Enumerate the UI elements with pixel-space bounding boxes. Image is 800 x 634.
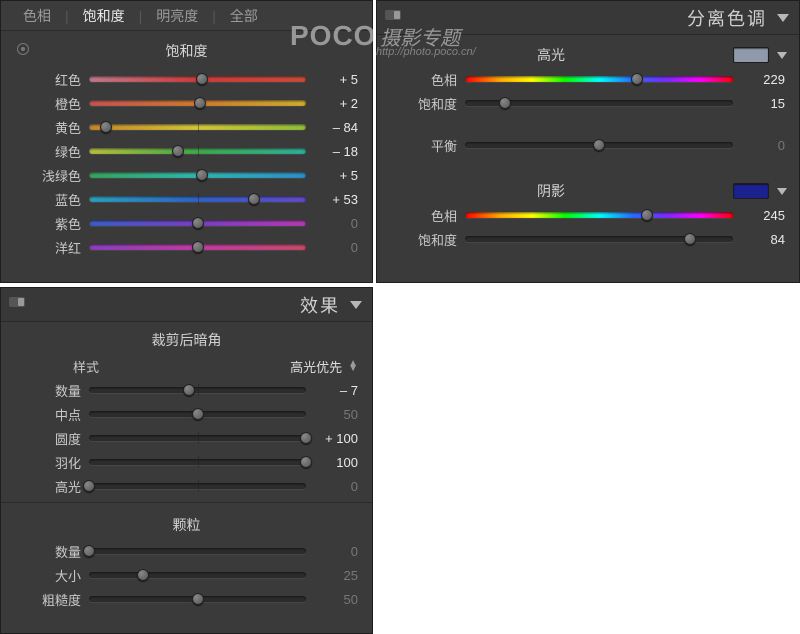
slider-highlights[interactable] <box>89 474 306 498</box>
effects-header[interactable]: 效果 <box>1 288 372 322</box>
targeted-adjust-icon[interactable] <box>17 43 29 55</box>
vignette-row-amount: 数量– 7 <box>1 378 372 402</box>
grain-title: 颗粒 <box>1 507 372 539</box>
disclosure-triangle-icon[interactable] <box>777 14 789 22</box>
shadows-hue-row: 色相 245 <box>377 203 799 227</box>
slider-red[interactable] <box>89 67 306 91</box>
disclosure-triangle-icon[interactable] <box>350 301 362 309</box>
slider-green[interactable] <box>89 139 306 163</box>
vignette-row-highlights: 高光0 <box>1 474 372 498</box>
saturation-row-aqua: 浅绿色+ 5 <box>1 163 372 187</box>
vignette-title: 裁剪后暗角 <box>1 322 372 354</box>
vignette-row-midpoint: 中点50 <box>1 402 372 426</box>
vignette-style-dropdown[interactable]: 高光优先 ▲▼ <box>290 357 358 376</box>
vignette-style-row: 样式 高光优先 ▲▼ <box>1 354 372 378</box>
balance-slider[interactable] <box>465 133 733 157</box>
grain-row-g_size: 大小25 <box>1 563 372 587</box>
highlights-hue-row: 色相 229 <box>377 67 799 91</box>
saturation-row-orange: 橙色+ 2 <box>1 91 372 115</box>
slider-purple[interactable] <box>89 211 306 235</box>
slider-g_roughness[interactable] <box>89 587 306 611</box>
chevron-down-icon[interactable] <box>777 52 787 59</box>
panel-toggle-switch[interactable] <box>385 10 401 20</box>
highlights-sat-row: 饱和度 15 <box>377 91 799 115</box>
shadows-sat-row: 饱和度 84 <box>377 227 799 251</box>
split-toning-header[interactable]: 分离色调 <box>377 1 799 35</box>
tab-saturation[interactable]: 饱和度 <box>69 6 139 26</box>
tab-all[interactable]: 全部 <box>216 6 272 26</box>
panel-toggle-switch[interactable] <box>9 297 25 307</box>
balance-row: 平衡 0 <box>377 133 799 157</box>
shadows-hue-slider[interactable] <box>465 203 733 227</box>
tab-hue[interactable]: 色相 <box>9 6 65 26</box>
slider-feather[interactable] <box>89 450 306 474</box>
stepper-arrows-icon: ▲▼ <box>348 361 358 371</box>
shadows-sat-slider[interactable] <box>465 227 733 251</box>
split-toning-panel: 分离色调 高光 色相 229 饱和度 15 平衡 0 阴影 色相 245 饱和度… <box>376 0 800 283</box>
slider-blue[interactable] <box>89 187 306 211</box>
saturation-row-yellow: 黄色– 84 <box>1 115 372 139</box>
shadows-swatch[interactable] <box>733 183 769 199</box>
saturation-row-red: 红色+ 5 <box>1 67 372 91</box>
slider-amount[interactable] <box>89 378 306 402</box>
saturation-row-green: 绿色– 18 <box>1 139 372 163</box>
shadows-row: 阴影 <box>377 171 799 203</box>
slider-roundness[interactable] <box>89 426 306 450</box>
slider-aqua[interactable] <box>89 163 306 187</box>
highlights-hue-slider[interactable] <box>465 67 733 91</box>
highlights-sat-slider[interactable] <box>465 91 733 115</box>
slider-magenta[interactable] <box>89 235 306 259</box>
slider-midpoint[interactable] <box>89 402 306 426</box>
saturation-row-blue: 蓝色+ 53 <box>1 187 372 211</box>
chevron-down-icon[interactable] <box>777 188 787 195</box>
highlights-swatch[interactable] <box>733 47 769 63</box>
slider-g_amount[interactable] <box>89 539 306 563</box>
saturation-row-magenta: 洋红0 <box>1 235 372 259</box>
effects-panel: 效果 裁剪后暗角 样式 高光优先 ▲▼ 数量– 7中点50圆度+ 100羽化10… <box>0 287 373 634</box>
hsl-saturation-panel: 色相| 饱和度| 明亮度| 全部 饱和度 红色+ 5橙色+ 2黄色– 84绿色–… <box>0 0 373 283</box>
vignette-row-roundness: 圆度+ 100 <box>1 426 372 450</box>
saturation-title: 饱和度 <box>1 31 372 67</box>
slider-yellow[interactable] <box>89 115 306 139</box>
tab-luminance[interactable]: 明亮度 <box>142 6 212 26</box>
grain-row-g_roughness: 粗糙度50 <box>1 587 372 611</box>
hsl-tabs: 色相| 饱和度| 明亮度| 全部 <box>1 1 372 31</box>
slider-orange[interactable] <box>89 91 306 115</box>
slider-g_size[interactable] <box>89 563 306 587</box>
vignette-row-feather: 羽化100 <box>1 450 372 474</box>
highlights-row: 高光 <box>377 35 799 67</box>
saturation-row-purple: 紫色0 <box>1 211 372 235</box>
grain-row-g_amount: 数量0 <box>1 539 372 563</box>
